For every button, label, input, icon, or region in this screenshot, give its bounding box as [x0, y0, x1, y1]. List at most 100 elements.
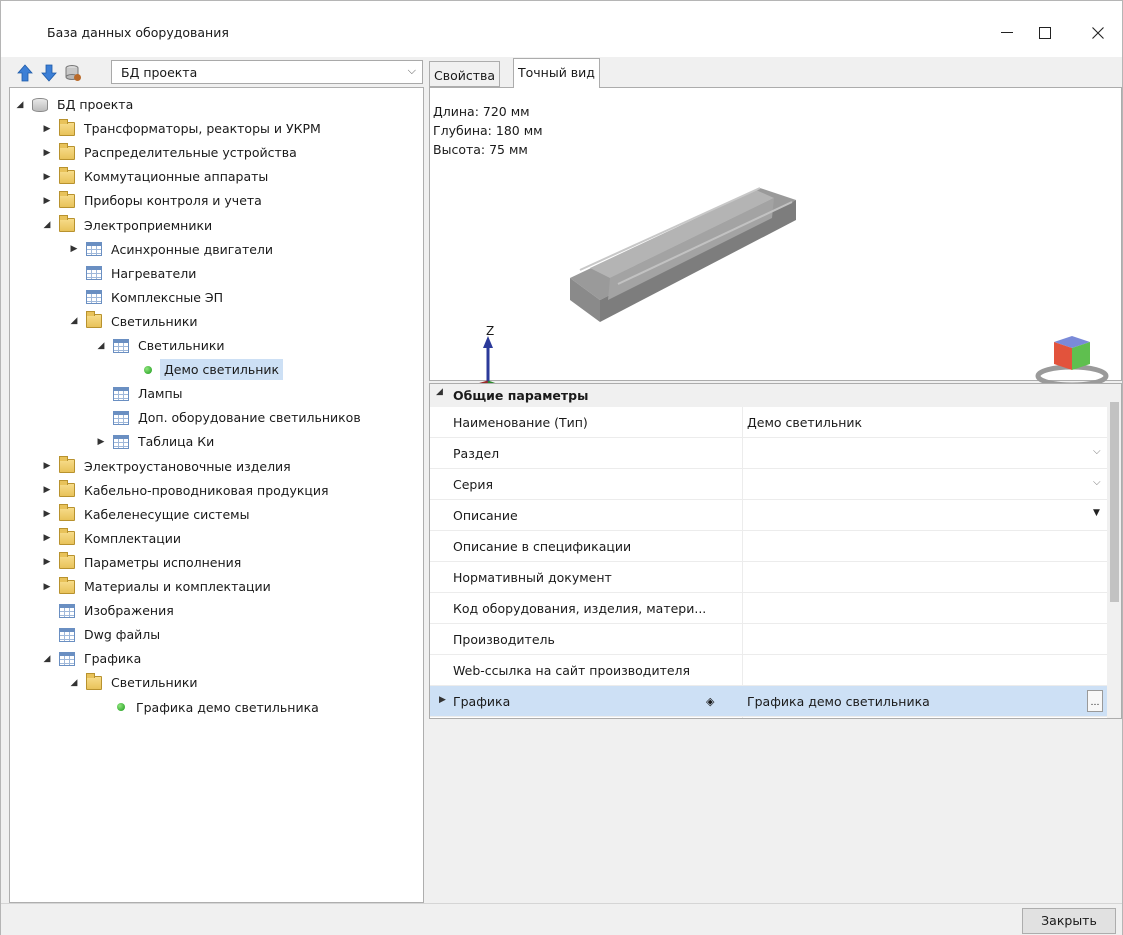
tree-node[interactable]: ▶ Трансформаторы, реакторы и УКРМ — [41, 117, 324, 140]
expand-arrow-icon[interactable]: ▶ — [41, 509, 53, 519]
left-panel: БД проекта ⌵ ◢ БД проекта ▶ Трансформаторы,… — [9, 57, 424, 903]
equipment-tree[interactable]: ◢ БД проекта ▶ Трансформаторы, реакторы и У… — [9, 87, 424, 903]
database-settings-icon[interactable] — [64, 64, 82, 82]
property-label: Код оборудования, изделия, матери... — [453, 601, 707, 616]
chevron-down-icon[interactable]: ⌵ — [1093, 477, 1101, 488]
tab-exact-view[interactable]: Точный вид — [513, 58, 600, 88]
collapse-arrow-icon[interactable]: ◢ — [14, 100, 26, 110]
expand-arrow-icon[interactable]: ▶ — [439, 695, 446, 705]
tab-properties-label: Свойства — [434, 68, 496, 83]
tree-node[interactable]: ▶ Коммутационные аппараты — [41, 165, 271, 188]
tree-node[interactable]: Комплексные ЭП — [68, 286, 226, 309]
tree-node[interactable]: ▶ Приборы контроля и учета — [41, 189, 265, 212]
expand-arrow-icon[interactable]: ▶ — [41, 557, 53, 567]
green-dot-icon — [117, 703, 125, 711]
tree-node[interactable]: Графика демо светильника — [95, 696, 322, 719]
tree-node[interactable]: Лампы — [95, 382, 186, 405]
property-row[interactable]: Описание ▼ — [430, 500, 1107, 531]
close-icon — [1092, 27, 1104, 39]
collapse-arrow-icon[interactable]: ◢ — [41, 220, 53, 230]
property-value[interactable]: Демо светильник — [747, 415, 862, 430]
property-label: Описание — [453, 508, 518, 523]
expand-arrow-icon[interactable]: ▶ — [41, 172, 53, 182]
collapse-arrow-icon[interactable]: ◢ — [68, 316, 80, 326]
browse-button[interactable]: … — [1087, 690, 1103, 712]
property-category[interactable]: ◢ Общие параметры — [430, 384, 1107, 407]
move-up-arrow-icon[interactable] — [16, 64, 34, 82]
maximize-button[interactable] — [1022, 13, 1068, 53]
property-row[interactable]: Производитель — [430, 624, 1107, 655]
move-down-arrow-icon[interactable] — [40, 64, 58, 82]
property-value[interactable]: Графика демо светильника — [747, 694, 930, 709]
expand-arrow-icon[interactable]: ▶ — [41, 485, 53, 495]
property-row[interactable]: Наименование (Тип) Демо светильник — [430, 407, 1107, 438]
property-row[interactable]: Изображение◈… — [430, 717, 1107, 718]
tree-node[interactable]: ▶ Параметры исполнения — [41, 551, 244, 574]
property-row[interactable]: Серия ⌵ — [430, 469, 1107, 500]
folder-open-icon — [86, 672, 102, 690]
database-select[interactable]: БД проекта ⌵ — [111, 60, 423, 84]
expand-arrow-icon[interactable]: ▶ — [41, 461, 53, 471]
tree-node[interactable]: ▶ Распределительные устройства — [41, 141, 300, 164]
property-label: Графика — [453, 694, 511, 709]
collapse-arrow-icon[interactable]: ◢ — [95, 341, 107, 351]
property-row[interactable]: Нормативный документ — [430, 562, 1107, 593]
tree-node[interactable]: ▶ Материалы и комплектации — [41, 575, 274, 598]
chevron-down-icon[interactable]: ▼ — [1093, 508, 1100, 518]
property-grid-scrollbar[interactable] — [1107, 384, 1121, 718]
collapse-arrow-icon[interactable]: ◢ — [68, 678, 80, 688]
property-row[interactable]: Описание в спецификации — [430, 531, 1107, 562]
collapse-arrow-icon[interactable]: ◢ — [436, 387, 443, 397]
table-icon — [113, 434, 129, 449]
property-label: Производитель — [453, 632, 555, 647]
scrollbar-thumb[interactable] — [1110, 402, 1119, 602]
tree-node[interactable]: ◢ Светильники — [68, 671, 201, 694]
property-row[interactable]: Код оборудования, изделия, матери... — [430, 593, 1107, 624]
tree-node[interactable]: Изображения — [41, 599, 177, 622]
expand-arrow-icon[interactable]: ▶ — [41, 533, 53, 543]
close-button[interactable]: Закрыть — [1022, 908, 1116, 934]
tree-node[interactable]: ◢ Электроприемники — [41, 214, 215, 237]
expand-arrow-icon[interactable]: ▶ — [41, 124, 53, 134]
tree-node[interactable]: ▶ Кабеленесущие системы — [41, 503, 252, 526]
tree-node-label: Dwg файлы — [84, 627, 161, 643]
column-divider — [742, 562, 743, 593]
tree-node[interactable]: ▶ Электроустановочные изделия — [41, 455, 294, 478]
folder-open-icon — [86, 311, 102, 329]
property-row[interactable]: Web-ссылка на сайт производителя — [430, 655, 1107, 686]
expand-arrow-icon[interactable]: ▶ — [41, 582, 53, 592]
expand-arrow-icon[interactable]: ▶ — [41, 196, 53, 206]
folder-icon — [59, 504, 75, 522]
equipment-db-window: База данных оборудования БД проекта ⌵ ◢ … — [0, 0, 1123, 935]
tree-node[interactable]: ◢ Светильники — [68, 310, 201, 333]
tree-node[interactable]: Dwg файлы — [41, 623, 163, 646]
tree-node[interactable]: ▶ Кабельно-проводниковая продукция — [41, 479, 332, 502]
tree-node[interactable]: ◢ Светильники — [95, 334, 228, 357]
expand-arrow-icon[interactable]: ▶ — [68, 244, 80, 254]
folder-icon — [59, 480, 75, 498]
tree-node[interactable]: ▶ Комплектации — [41, 527, 184, 550]
tree-node[interactable]: Доп. оборудование светильников — [95, 406, 364, 429]
tree-node[interactable]: Нагреватели — [68, 262, 199, 285]
tree-node[interactable]: ▶ Таблица Ки — [95, 430, 217, 453]
property-row[interactable]: Раздел ⌵ — [430, 438, 1107, 469]
exact-view-canvas[interactable]: Длина: 720 мм Глубина: 180 мм Высота: 75… — [429, 87, 1122, 403]
property-grid[interactable]: ◢ Общие параметры Наименование (Тип) Демо с… — [429, 383, 1122, 719]
expand-arrow-icon[interactable]: ▶ — [41, 148, 53, 158]
property-label: Наименование (Тип) — [453, 415, 588, 430]
close-window-button[interactable] — [1075, 13, 1121, 53]
tab-properties[interactable]: Свойства — [429, 61, 501, 87]
folder-icon — [59, 142, 75, 160]
expand-arrow-icon[interactable]: ▶ — [95, 437, 107, 447]
tree-node[interactable]: ◢ Графика — [41, 647, 144, 670]
tree-node-label: Доп. оборудование светильников — [138, 410, 361, 426]
property-row[interactable]: ▶ Графика ◈ Графика демо светильника… — [430, 686, 1107, 717]
view-cube-icon[interactable] — [1032, 328, 1112, 388]
chevron-down-icon[interactable]: ⌵ — [1093, 446, 1101, 457]
tree-node-label: Приборы контроля и учета — [84, 193, 262, 209]
tree-node[interactable]: ▶ Асинхронные двигатели — [68, 238, 276, 261]
tree-node[interactable]: Демо светильник — [122, 358, 284, 381]
collapse-arrow-icon[interactable]: ◢ — [41, 654, 53, 664]
tree-node-label: Кабеленесущие системы — [84, 506, 250, 522]
tree-node[interactable]: ◢ БД проекта — [14, 93, 136, 116]
